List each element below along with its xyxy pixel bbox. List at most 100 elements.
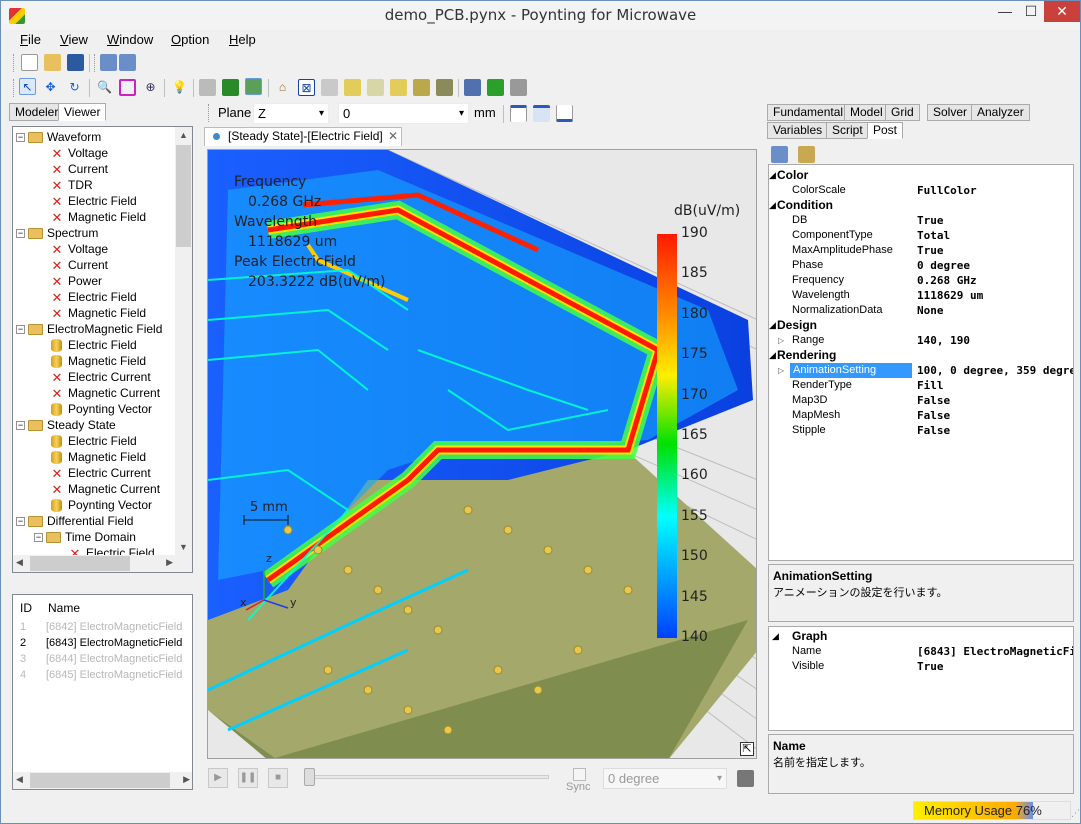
property-category[interactable]: ◢ Rendering [769,348,1073,363]
property-category[interactable]: ◢ Color [769,168,1073,183]
plane-middle-icon[interactable] [533,105,550,122]
field-viewport[interactable]: Frequency 0.268 GHz Wavelength 1118629 u… [207,149,757,759]
tree-horizontal-scrollbar[interactable]: ◀ ▶ [13,555,176,572]
plane-select[interactable]: Z [253,103,329,124]
property-value[interactable]: Fill [917,378,944,393]
expand-icon[interactable]: ▷ [778,363,784,378]
collapse-toggle-icon[interactable]: − [16,133,25,143]
property-value[interactable]: [6843] ElectroMagneticFie [917,644,1073,659]
tree-item[interactable]: Poynting Vector [34,401,152,417]
property-value[interactable]: True [917,659,944,674]
sync-checkbox[interactable] [573,768,586,781]
property-value[interactable]: None [917,303,944,318]
plane-top-icon[interactable] [510,105,527,122]
tree-item[interactable]: ✕ Electric Current [34,465,151,481]
tab-model[interactable]: Model [844,104,889,121]
tree-item[interactable]: − ElectroMagnetic Field [16,321,162,337]
property-value[interactable]: FullColor [917,183,977,198]
app-icon[interactable] [9,8,25,24]
tree-item[interactable]: Magnetic Field [34,353,146,369]
tree-item[interactable]: Poynting Vector [34,497,152,513]
property-row[interactable]: ComponentType Total [769,228,1073,243]
zoom-box-icon[interactable] [119,79,136,96]
plane-bottom-icon[interactable] [556,105,573,122]
property-value[interactable]: 0 degree [917,258,970,273]
pause-button[interactable]: ❚❚ [238,768,258,788]
tab-variables[interactable]: Variables [767,122,829,139]
tree-vertical-scrollbar[interactable]: ▲ ▼ [175,127,192,572]
property-row[interactable]: Map3D False [769,393,1073,408]
menu-view[interactable]: View [60,32,88,47]
new-file-icon[interactable] [21,54,38,71]
property-category[interactable]: ◢ Condition [769,198,1073,213]
collapse-icon[interactable]: ◢ [769,348,776,363]
property-row[interactable]: RenderType Fill [769,378,1073,393]
tab-fundamental[interactable]: Fundamental [767,104,850,121]
tree-item[interactable]: ✕ Magnetic Field [34,305,147,321]
minimize-button[interactable]: — [992,1,1018,22]
tree-item[interactable]: − Differential Field [16,513,133,529]
home-view-icon[interactable]: ⌂ [274,79,291,96]
menu-option[interactable]: Option [171,32,209,47]
tree-item[interactable]: − Waveform [16,129,101,145]
maximize-button[interactable]: ☐ [1018,1,1044,22]
property-row[interactable]: ▷ AnimationSetting 100, 0 degree, 359 degr… [769,363,1073,378]
property-row[interactable]: ▷ Range 140, 190 [769,333,1073,348]
collapse-icon[interactable]: ◢ [769,318,776,333]
animation-slider-thumb[interactable] [304,768,315,786]
tree-item[interactable]: Electric Field [34,433,137,449]
graph-property-row[interactable]: Name [6843] ElectroMagneticFie [769,644,1073,659]
property-value[interactable]: False [917,423,950,438]
tree-item[interactable]: ✕ Voltage [34,145,109,161]
property-category[interactable]: ◢ Design [769,318,1073,333]
list-row[interactable]: 4 [6845] ElectroMagneticField [13,667,192,683]
stop-button[interactable]: ■ [268,768,288,788]
categorized-icon[interactable] [771,146,788,163]
tab-grid[interactable]: Grid [885,104,920,121]
menu-window[interactable]: Window [107,32,153,47]
light-bulb-icon[interactable]: 💡 [171,79,188,96]
tree-item[interactable]: ✕ Power [34,273,102,289]
property-value[interactable]: True [917,243,944,258]
mesh-icon[interactable] [487,79,504,96]
tree-item[interactable]: ✕ Electric Field [34,289,137,305]
tree-item[interactable]: ✕ Electric Current [34,369,151,385]
play-button[interactable]: ▶ [208,768,228,788]
solid-edge-icon[interactable] [245,78,262,95]
property-row[interactable]: ColorScale FullColor [769,183,1073,198]
list-header-id[interactable]: ID [20,601,32,615]
property-value[interactable]: 0.268 GHz [917,273,977,288]
list-header-name[interactable]: Name [48,601,80,615]
collapse-toggle-icon[interactable]: − [34,533,43,543]
fit-all-icon[interactable]: ⊠ [298,79,315,96]
tree-item[interactable]: ✕ Current [34,161,108,177]
expand-icon[interactable]: ▷ [778,333,784,348]
graph-category[interactable]: ◢ Graph [769,629,1073,644]
grid-table-icon[interactable] [464,79,481,96]
tree-item[interactable]: ✕ Magnetic Current [34,385,161,401]
property-value[interactable]: Total [917,228,950,243]
tree-item[interactable]: ✕ TDR [34,177,93,193]
tree-item[interactable]: ✕ Magnetic Field [34,209,147,225]
tab-post[interactable]: Post [867,122,904,139]
tile-window-icon[interactable] [119,54,136,71]
tree-item[interactable]: Magnetic Field [34,449,146,465]
collapse-icon[interactable]: ◢ [769,168,776,183]
collapse-toggle-icon[interactable]: − [16,229,25,239]
property-row[interactable]: Stipple False [769,423,1073,438]
list-row[interactable]: 1 [6842] ElectroMagneticField [13,619,192,635]
animation-slider[interactable] [307,775,549,779]
tree-item[interactable]: ✕ Electric Field [34,193,137,209]
property-row[interactable]: Wavelength 1118629 um [769,288,1073,303]
collapse-toggle-icon[interactable]: − [16,421,25,431]
view-bottom-icon[interactable] [436,79,453,96]
solid-icon[interactable] [222,79,239,96]
pointer-icon[interactable]: ↖ [19,78,36,95]
collapse-icon[interactable]: ◢ [769,198,776,213]
expand-view-icon[interactable]: ⇱ [740,742,754,756]
tab-script[interactable]: Script [826,122,869,139]
save-icon[interactable] [67,54,84,71]
property-pages-icon[interactable] [798,146,815,163]
property-value[interactable]: 1118629 um [917,288,983,303]
property-value[interactable]: 140, 190 [917,333,970,348]
